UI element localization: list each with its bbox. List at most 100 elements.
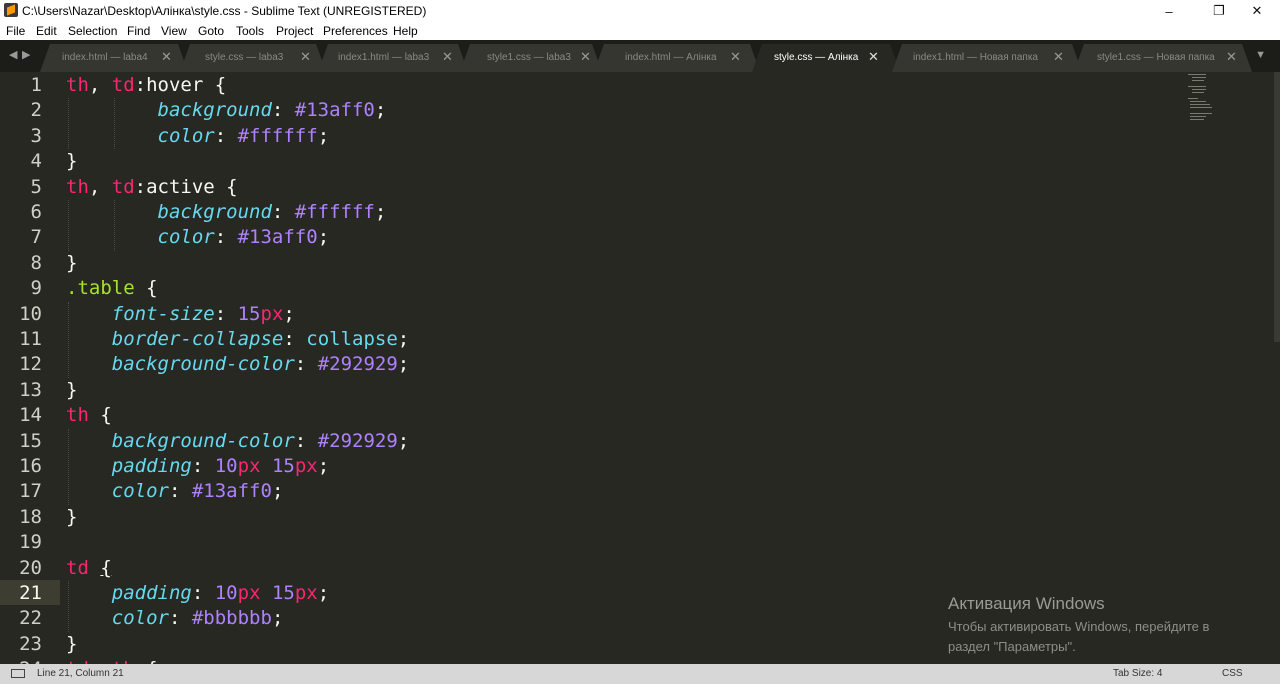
- vertical-scrollbar[interactable]: [1274, 72, 1280, 342]
- code-token: #292929: [317, 429, 398, 452]
- code-line[interactable]: td {: [66, 556, 112, 581]
- code-line[interactable]: }: [66, 149, 77, 174]
- code-line[interactable]: }: [66, 632, 77, 657]
- code-token: #13aff0: [294, 99, 375, 122]
- tab-scroll-right-icon[interactable]: ▶: [22, 48, 30, 61]
- code-token: }: [66, 505, 78, 528]
- tab-style-css-alinka[interactable]: style.css — Алінка ✕: [752, 44, 900, 72]
- indent-guide: [68, 301, 69, 378]
- code-line[interactable]: color: #13aff0;: [66, 225, 330, 250]
- line-number: 14: [19, 404, 42, 427]
- panel-toggle-icon[interactable]: [11, 669, 25, 678]
- close-icon[interactable]: ✕: [580, 49, 591, 65]
- code-token: th: [66, 175, 89, 198]
- status-bar: Line 21, Column 21 Tab Size: 4 CSS: [0, 664, 1280, 684]
- line-number: 19: [19, 531, 42, 554]
- code-token: th: [66, 74, 89, 96]
- code-line[interactable]: background-color: #292929;: [66, 429, 409, 454]
- code-token: 15: [271, 455, 295, 477]
- code-editor[interactable]: 123456789101112131415161718192021222324 …: [0, 72, 1280, 664]
- title-bar: C:\Users\Nazar\Desktop\Алінка\style.css …: [0, 0, 1280, 22]
- code-line[interactable]: td, th {: [66, 657, 158, 664]
- tab-style-css-laba3[interactable]: style.css — laba3 ✕: [180, 44, 326, 72]
- menu-project[interactable]: Project: [276, 24, 313, 38]
- minimize-button[interactable]: –: [1146, 0, 1192, 22]
- code-token: 10: [214, 582, 238, 604]
- code-line[interactable]: border-collapse: collapse;: [66, 327, 409, 352]
- close-icon[interactable]: ✕: [161, 49, 172, 65]
- code-token: .table: [66, 277, 135, 300]
- close-icon[interactable]: ✕: [730, 49, 741, 65]
- line-number: 18: [19, 505, 42, 528]
- menu-find[interactable]: Find: [127, 24, 150, 38]
- code-token: ,: [88, 74, 112, 96]
- menu-goto[interactable]: Goto: [198, 24, 224, 38]
- tab-index1-html-novaya-papka[interactable]: index1.html — Новая папка ✕: [892, 44, 1082, 72]
- line-number-gutter: 123456789101112131415161718192021222324: [0, 72, 60, 664]
- indent-guide: [114, 98, 115, 150]
- close-icon[interactable]: ✕: [300, 49, 311, 65]
- code-token: :: [214, 302, 238, 325]
- code-line[interactable]: color: #13aff0;: [66, 479, 284, 504]
- code-token: px: [294, 582, 318, 604]
- menu-help[interactable]: Help: [393, 24, 418, 38]
- tab-size-selector[interactable]: Tab Size: 4: [1113, 668, 1162, 679]
- code-token: color: [157, 226, 215, 249]
- line-number: 16: [19, 455, 42, 477]
- code-token: font-size: [111, 302, 215, 325]
- close-icon[interactable]: ✕: [868, 49, 879, 65]
- code-line[interactable]: background-color: #292929;: [66, 352, 409, 377]
- close-window-button[interactable]: ✕: [1234, 0, 1280, 22]
- code-line[interactable]: color: #bbbbbb;: [66, 606, 284, 631]
- code-token: px: [260, 302, 284, 325]
- code-line[interactable]: }: [66, 378, 77, 403]
- menu-edit[interactable]: Edit: [36, 24, 57, 38]
- code-token: ;: [271, 480, 284, 503]
- menu-tools[interactable]: Tools: [236, 24, 264, 38]
- tab-index-html-laba4[interactable]: index.html — laba4 ✕: [40, 44, 188, 72]
- line-number: 6: [30, 201, 42, 223]
- code-token: ;: [271, 607, 284, 630]
- tab-label: index.html — laba4: [62, 52, 148, 63]
- tab-style1-css-laba3[interactable]: style1.css — laba3 ✕: [460, 44, 602, 72]
- menu-preferences[interactable]: Preferences: [323, 24, 388, 38]
- code-line[interactable]: color: #ffffff;: [66, 124, 330, 149]
- code-line[interactable]: font-size: 15px;: [66, 302, 295, 327]
- tab-index-html-alinka[interactable]: index.html — Алінка ✕: [594, 44, 760, 72]
- code-token: th: [66, 404, 89, 427]
- line-number: 5: [30, 175, 42, 198]
- tab-bar: ◀ ▶ index.html — laba4 ✕ style.css — lab…: [0, 40, 1280, 72]
- minimap[interactable]: [1186, 72, 1218, 132]
- code-token: ;: [283, 302, 295, 325]
- code-line[interactable]: th {: [66, 403, 112, 428]
- code-token: }: [66, 378, 78, 401]
- tab-style1-css-novaya-papka[interactable]: style1.css — Новая папка ✕: [1074, 44, 1252, 72]
- code-line[interactable]: }: [66, 251, 77, 276]
- close-icon[interactable]: ✕: [442, 49, 453, 65]
- code-line[interactable]: .table {: [66, 276, 158, 301]
- menu-view[interactable]: View: [161, 24, 187, 38]
- code-token: :: [214, 124, 238, 147]
- syntax-selector[interactable]: CSS: [1222, 668, 1243, 679]
- code-line[interactable]: }: [66, 505, 77, 530]
- tab-index1-html-laba3[interactable]: index1.html — laba3 ✕: [318, 44, 468, 72]
- menu-selection[interactable]: Selection: [68, 24, 117, 38]
- code-line[interactable]: th, td:hover {: [66, 73, 226, 98]
- code-line[interactable]: padding: 10px 15px;: [66, 454, 329, 479]
- close-icon[interactable]: ✕: [1053, 49, 1064, 65]
- line-number: 2: [30, 99, 42, 122]
- code-line[interactable]: padding: 10px 15px;: [66, 581, 329, 606]
- code-line[interactable]: th, td:active {: [66, 175, 238, 200]
- menu-file[interactable]: File: [6, 24, 25, 38]
- indent-guide: [114, 200, 115, 251]
- chevron-down-icon[interactable]: ▼: [1255, 49, 1266, 61]
- tab-scroll-left-icon[interactable]: ◀: [9, 48, 17, 61]
- code-token: border-collapse: [111, 328, 284, 350]
- close-icon[interactable]: ✕: [1226, 49, 1237, 65]
